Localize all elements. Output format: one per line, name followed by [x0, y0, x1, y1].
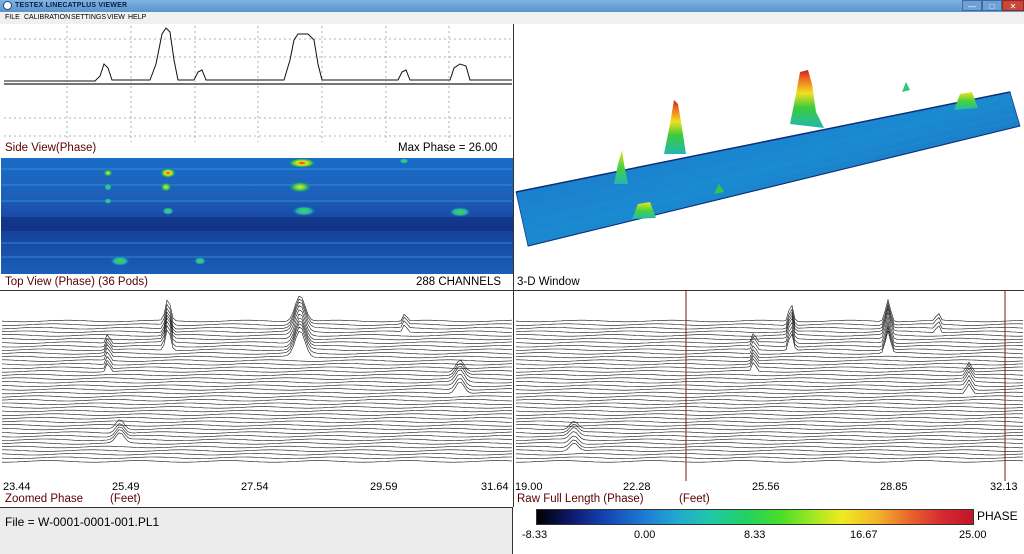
raw-tick: 19.00 [515, 481, 543, 493]
colorbar-tick: 8.33 [744, 529, 766, 541]
status-panel: File = W-0001-0001-001.PL1 [0, 507, 513, 554]
zoomed-tick: 25.49 [112, 481, 140, 493]
max-phase-readout: Max Phase = 26.00 [398, 142, 498, 154]
window-title: TESTEX LINECATPLUS VIEWER [15, 2, 128, 9]
window-3d-label: 3-D Window [517, 276, 580, 288]
phase-colorbar [536, 509, 974, 525]
raw-full-length-label: Raw Full Length (Phase) [517, 493, 644, 505]
side-view-panel: Side View(Phase) Max Phase = 26.00 [0, 24, 513, 157]
menu-calibration[interactable]: CALIBRATION [24, 12, 70, 24]
zoomed-phase-panel: 23.44 25.49 27.54 29.59 31.64 Zoomed Pha… [0, 290, 513, 507]
menu-view[interactable]: VIEW [107, 12, 125, 24]
zoomed-unit-label: (Feet) [110, 493, 141, 505]
menu-file[interactable]: FILE [5, 12, 20, 24]
colorbar-tick: 25.00 [959, 529, 987, 541]
raw-tick: 25.56 [752, 481, 780, 493]
top-view-panel: Top View (Phase) (36 Pods) 288 CHANNELS [0, 157, 513, 290]
zoomed-tick: 29.59 [370, 481, 398, 493]
top-view-heatmap [1, 158, 513, 274]
zoomed-phase-traces [1, 295, 513, 463]
channels-count: 288 CHANNELS [416, 276, 502, 288]
zoomed-tick: 31.64 [481, 481, 509, 493]
zoomed-phase-label: Zoomed Phase [5, 493, 83, 505]
app-icon [3, 1, 12, 10]
surface-3d-plot [515, 70, 1021, 247]
colorbar-tick: -8.33 [522, 529, 548, 541]
menu-help[interactable]: HELP [128, 12, 146, 24]
side-view-plot [4, 26, 512, 142]
raw-tick: 22.28 [623, 481, 651, 493]
close-button[interactable]: ✕ [1002, 0, 1024, 11]
title-bar: TESTEX LINECATPLUS VIEWER — □ ✕ [0, 0, 1024, 12]
raw-phase-traces [515, 291, 1024, 481]
window-3d-panel: 3-D Window [513, 24, 1024, 290]
colorbar-tick: 0.00 [634, 529, 656, 541]
raw-unit-label: (Feet) [679, 493, 710, 505]
colorbar-tick: 16.67 [850, 529, 878, 541]
side-view-label: Side View(Phase) [5, 142, 97, 154]
maximize-button[interactable]: □ [982, 0, 1002, 11]
file-name: File = W-0001-0001-001.PL1 [5, 515, 160, 529]
colorbar-label: PHASE [977, 509, 1018, 523]
zoomed-tick: 27.54 [241, 481, 269, 493]
zoomed-tick: 23.44 [3, 481, 31, 493]
raw-tick: 28.85 [880, 481, 908, 493]
raw-tick: 32.13 [990, 481, 1018, 493]
minimize-button[interactable]: — [962, 0, 982, 11]
raw-full-length-panel: 19.00 22.28 25.56 28.85 32.13 Raw Full L… [513, 290, 1024, 507]
menu-settings[interactable]: SETTINGS [71, 12, 106, 24]
top-view-label: Top View (Phase) (36 Pods) [5, 276, 148, 288]
